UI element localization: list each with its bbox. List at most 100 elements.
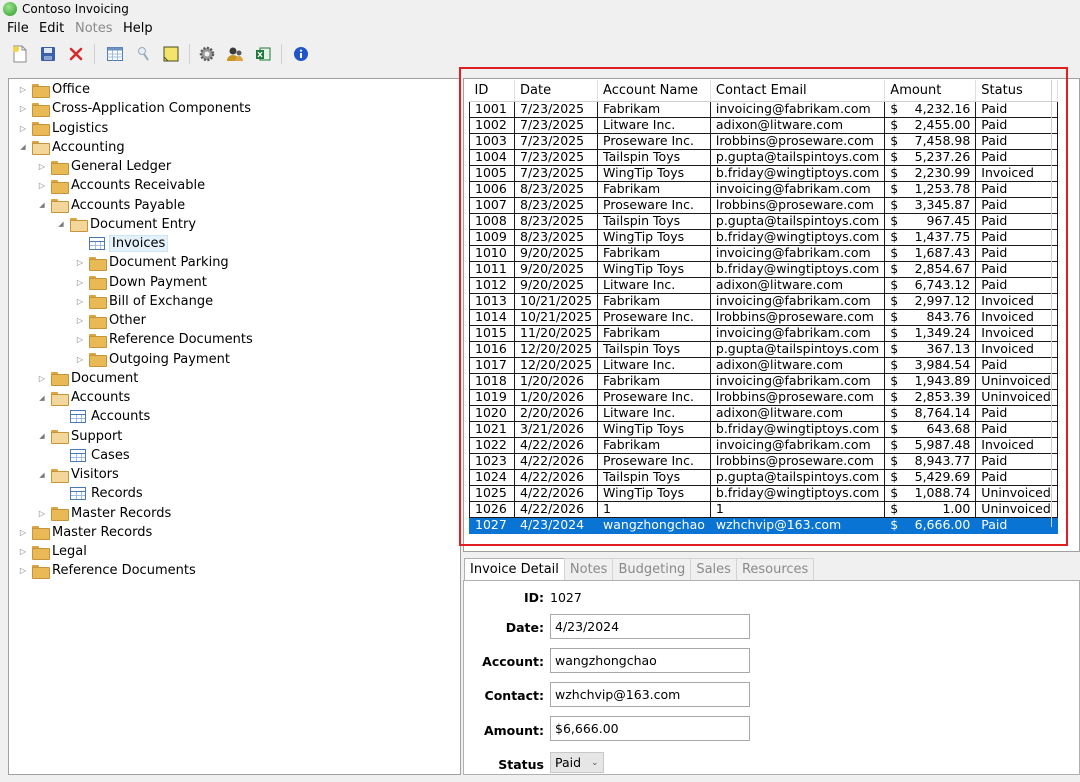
tree-item[interactable]: ▷ Office [17, 80, 90, 99]
tree-item[interactable]: ▷ Legal [17, 542, 87, 561]
table-row[interactable]: 1003 7/23/2025 Proseware Inc. lrobbins@pros… [469, 132, 1059, 150]
menu-notes[interactable]: Notes [75, 21, 113, 36]
column-header-contact-email[interactable]: Contact Email [710, 80, 886, 102]
tree-item[interactable]: ◢ Visitors [36, 465, 119, 484]
column-header-id[interactable]: ID [469, 80, 515, 102]
table-row[interactable]: 1010 9/20/2025 Fabrikam invoicing@fabrikam.… [469, 244, 1059, 262]
collapse-arrow-icon[interactable]: ◢ [36, 388, 48, 407]
expand-arrow-icon[interactable]: ▷ [17, 561, 29, 580]
table-row[interactable]: 1021 3/21/2026 WingTip Toys b.friday@wingti… [469, 420, 1059, 438]
table-row[interactable]: 1020 2/20/2026 Litware Inc. adixon@litware.… [469, 404, 1059, 422]
tab-invoice-detail[interactable]: Invoice Detail [464, 558, 565, 580]
new-document-icon[interactable] [8, 42, 32, 66]
table-row[interactable]: 1007 8/23/2025 Proseware Inc. lrobbins@pros… [469, 196, 1059, 214]
expand-arrow-icon[interactable]: ▷ [74, 330, 86, 349]
expand-arrow-icon[interactable]: ▷ [74, 292, 86, 311]
tab-budgeting[interactable]: Budgeting [612, 558, 692, 580]
expand-arrow-icon[interactable]: ▷ [36, 369, 48, 388]
tree-item[interactable]: Records [55, 484, 143, 503]
info-icon[interactable] [289, 42, 313, 66]
menu-edit[interactable]: Edit [39, 21, 64, 36]
amount-field[interactable]: $6,666.00 [550, 716, 750, 741]
tree-item[interactable]: ▷ Document [36, 369, 138, 388]
collapse-arrow-icon[interactable]: ◢ [36, 465, 48, 484]
tree-item[interactable]: ▷ Reference Documents [74, 330, 253, 349]
tree-item[interactable]: ◢ Accounting [17, 138, 125, 157]
tree-item[interactable]: ▷ Down Payment [74, 273, 207, 292]
tree-item[interactable]: Accounts [55, 407, 150, 426]
tree-item[interactable]: ▷ Logistics [17, 119, 108, 138]
table-row[interactable]: 1009 8/23/2025 WingTip Toys b.friday@wingti… [469, 228, 1059, 246]
column-header-amount[interactable]: Amount [884, 80, 977, 102]
tree-item[interactable]: ◢ Support [36, 427, 122, 446]
column-header-date[interactable]: Date [514, 80, 599, 102]
expand-arrow-icon[interactable]: ▷ [74, 311, 86, 330]
table-row[interactable]: 1005 7/23/2025 WingTip Toys b.friday@wingti… [469, 164, 1059, 182]
column-header-account-name[interactable]: Account Name [597, 80, 711, 102]
tree-item[interactable]: ▷ Master Records [17, 523, 152, 542]
table-row[interactable]: 1017 12/20/2025 Litware Inc. adixon@litware… [469, 356, 1059, 374]
date-field[interactable]: 4/23/2024 [550, 614, 750, 639]
tree-item[interactable]: ◢ Accounts [36, 388, 130, 407]
contact-field[interactable]: wzhchvip@163.com [550, 682, 750, 707]
tree-item[interactable]: ▷ Accounts Receivable [36, 176, 205, 195]
settings-icon[interactable] [195, 42, 219, 66]
tree-item[interactable]: ▷ Other [74, 311, 146, 330]
expand-arrow-icon[interactable]: ▷ [74, 273, 86, 292]
expand-arrow-icon[interactable]: ▷ [74, 253, 86, 272]
expand-arrow-icon[interactable]: ▷ [36, 157, 48, 176]
tree-item[interactable]: ▷ Master Records [36, 504, 171, 523]
column-header-status[interactable]: Status [975, 80, 1059, 102]
expand-arrow-icon[interactable]: ▷ [17, 523, 29, 542]
menu-file[interactable]: File [7, 21, 29, 36]
table-row[interactable]: 1001 7/23/2025 Fabrikam invoicing@fabrikam.… [469, 100, 1059, 118]
tab-notes[interactable]: Notes [563, 558, 614, 580]
expand-arrow-icon[interactable]: ▷ [17, 542, 29, 561]
expand-arrow-icon[interactable]: ▷ [17, 80, 29, 99]
table-row[interactable]: 1008 8/23/2025 Tailspin Toys p.gupta@tailsp… [469, 212, 1059, 230]
table-row[interactable]: 1002 7/23/2025 Litware Inc. adixon@litware.… [469, 116, 1059, 134]
status-select[interactable]: Paid ⌄ [550, 752, 604, 773]
table-row[interactable]: 1023 4/22/2026 Proseware Inc. lrobbins@pros… [469, 452, 1059, 470]
table-row[interactable]: 1015 11/20/2025 Fabrikam invoicing@fabrikam… [469, 324, 1059, 342]
excel-icon[interactable] [251, 42, 275, 66]
collapse-arrow-icon[interactable]: ◢ [55, 215, 67, 234]
table-row[interactable]: 1027 4/23/2024 wangzhongchao wzhchvip@163.c… [469, 516, 1059, 534]
tree-item[interactable]: ▷ Document Parking [74, 253, 229, 272]
tree-item[interactable]: ▷ Cross-Application Components [17, 99, 251, 118]
tree-item[interactable]: ▷ Outgoing Payment [74, 350, 230, 369]
table-row[interactable]: 1013 10/21/2025 Fabrikam invoicing@fabrikam… [469, 292, 1059, 310]
expand-arrow-icon[interactable]: ▷ [36, 176, 48, 195]
menu-help[interactable]: Help [123, 21, 153, 36]
users-icon[interactable] [223, 42, 247, 66]
table-row[interactable]: 1018 1/20/2026 Fabrikam invoicing@fabrikam.… [469, 372, 1059, 390]
save-icon[interactable] [36, 42, 60, 66]
table-row[interactable]: 1014 10/21/2025 Proseware Inc. lrobbins@pro… [469, 308, 1059, 326]
delete-icon[interactable] [64, 42, 88, 66]
collapse-arrow-icon[interactable]: ◢ [17, 138, 29, 157]
tree-item[interactable]: Cases [55, 446, 130, 465]
tree-item[interactable]: ▷ Bill of Exchange [74, 292, 213, 311]
tree-item[interactable]: ◢ Document Entry [55, 215, 196, 234]
navigation-tree[interactable]: ▷ Office ▷ Cross-Application Components ▷ Log… [8, 78, 461, 775]
table-row[interactable]: 1025 4/22/2026 WingTip Toys b.friday@wingti… [469, 484, 1059, 502]
table-row[interactable]: 1012 9/20/2025 Litware Inc. adixon@litware.… [469, 276, 1059, 294]
note-icon[interactable] [159, 42, 183, 66]
table-row[interactable]: 1024 4/22/2026 Tailspin Toys p.gupta@tailsp… [469, 468, 1059, 486]
grid-view-icon[interactable] [103, 42, 127, 66]
collapse-arrow-icon[interactable]: ◢ [36, 196, 48, 215]
tree-item[interactable]: ▷ Reference Documents [17, 561, 196, 580]
table-row[interactable]: 1006 8/23/2025 Fabrikam invoicing@fabrikam.… [469, 180, 1059, 198]
account-field[interactable]: wangzhongchao [550, 648, 750, 673]
table-row[interactable]: 1022 4/22/2026 Fabrikam invoicing@fabrikam.… [469, 436, 1059, 454]
table-row[interactable]: 1026 4/22/2026 1 1 $1.00 Uninvoiced [469, 500, 1059, 518]
expand-arrow-icon[interactable]: ▷ [17, 99, 29, 118]
table-row[interactable]: 1016 12/20/2025 Tailspin Toys p.gupta@tails… [469, 340, 1059, 358]
table-row[interactable]: 1019 1/20/2026 Proseware Inc. lrobbins@pros… [469, 388, 1059, 406]
expand-arrow-icon[interactable]: ▷ [17, 119, 29, 138]
search-pin-icon[interactable] [131, 42, 155, 66]
collapse-arrow-icon[interactable]: ◢ [36, 427, 48, 446]
table-row[interactable]: 1011 9/20/2025 WingTip Toys b.friday@wingti… [469, 260, 1059, 278]
tree-item[interactable]: Invoices [74, 234, 169, 253]
tab-sales[interactable]: Sales [690, 558, 737, 580]
